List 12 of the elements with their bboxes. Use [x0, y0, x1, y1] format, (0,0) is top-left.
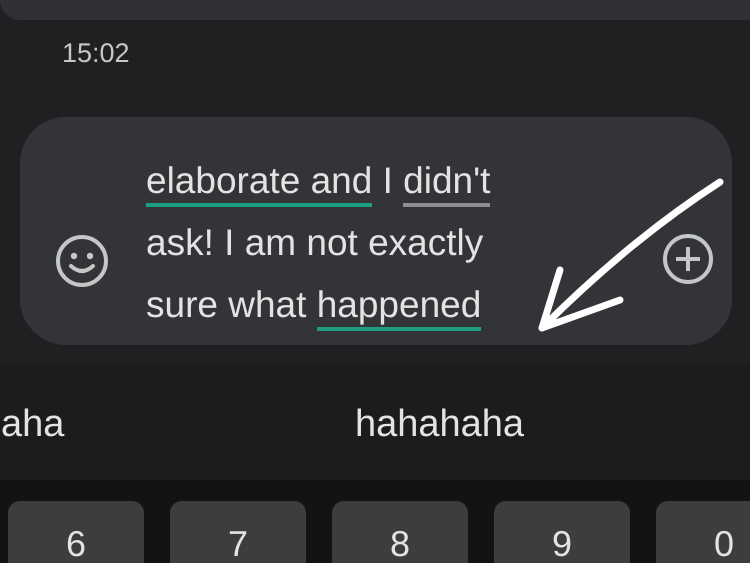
message-text: elaborate and I didn't ask! I am not exactly sure what happened	[146, 117, 490, 336]
message-input[interactable]: elaborate and I didn't ask! I am not exactly sure what happened	[20, 117, 732, 345]
emoji-icon[interactable]	[55, 234, 109, 288]
key[interactable]: 0	[656, 501, 750, 563]
timestamp: 15:02	[62, 38, 130, 69]
key[interactable]: 7	[170, 501, 306, 563]
key[interactable]: 6	[8, 501, 144, 563]
key[interactable]: 9	[494, 501, 630, 563]
key[interactable]: 8	[332, 501, 468, 563]
add-icon[interactable]	[661, 232, 715, 286]
suggestion[interactable]: hahahaha	[355, 403, 524, 446]
suggestion[interactable]: aha	[1, 403, 64, 446]
